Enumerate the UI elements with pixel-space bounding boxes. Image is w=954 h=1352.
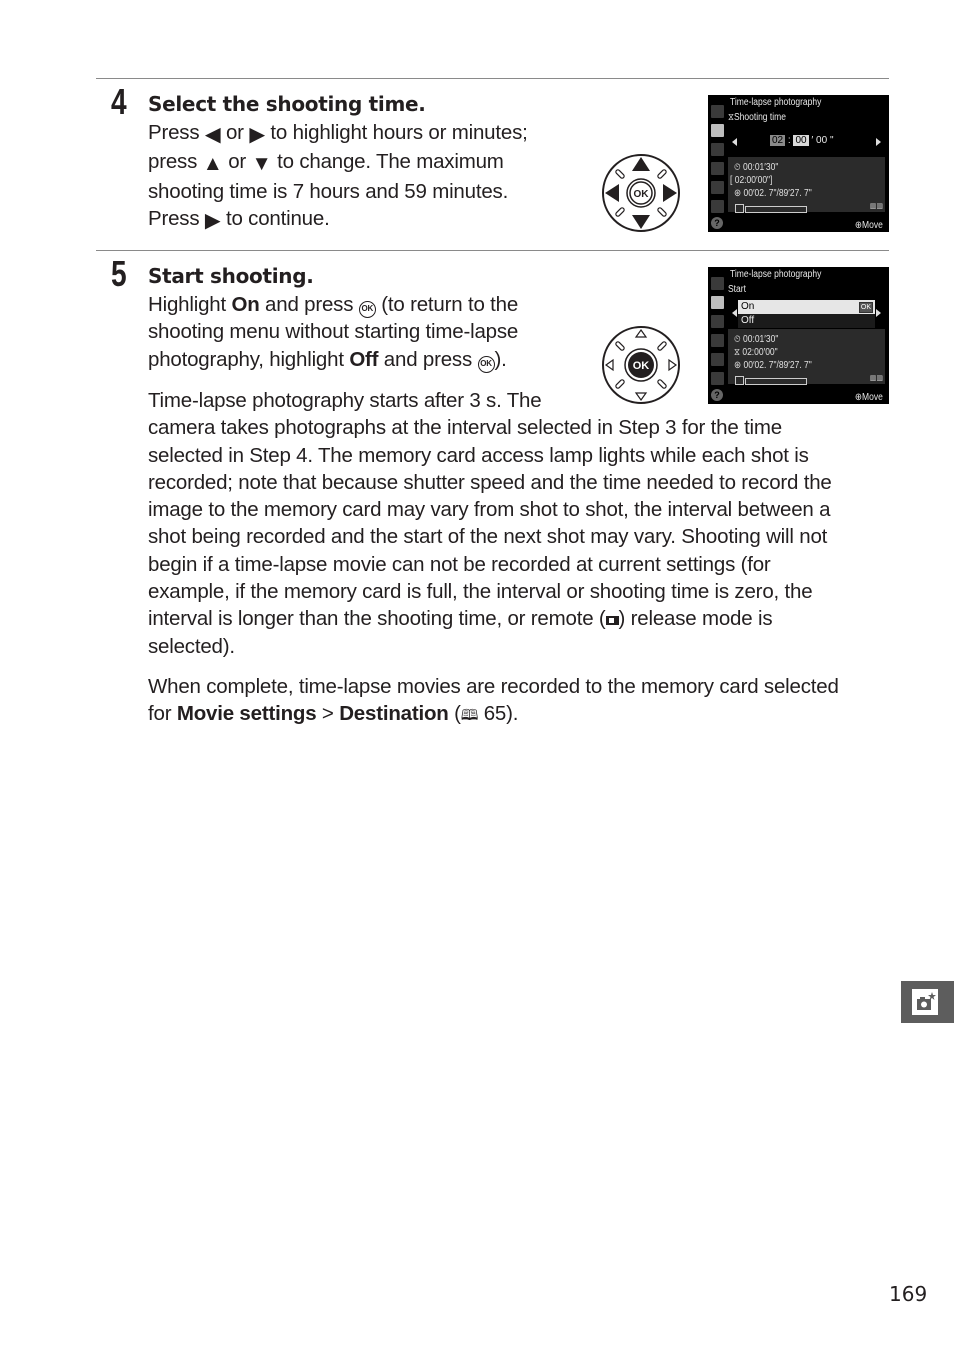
remote-release-icon: [605, 616, 619, 626]
page-number: 169: [889, 1282, 928, 1306]
option-off[interactable]: Off: [738, 314, 875, 328]
screen-subtitle: ⧖Shooting time: [728, 112, 786, 123]
paragraph-time-lapse-details: Time-lapse photography starts after 3 s.…: [148, 389, 832, 658]
divider-middle: [96, 250, 889, 251]
setup-menu-icon: [711, 162, 724, 175]
shooting-time-readout: ⧖ 02:00′00": [734, 347, 778, 358]
memory-bar: [745, 206, 807, 213]
screen-subtitle: Start: [728, 284, 746, 295]
card-icon: [735, 376, 744, 385]
section-tab[interactable]: [901, 981, 954, 1023]
setup-menu-icon: [711, 334, 724, 347]
menu-sidebar: [710, 277, 726, 391]
svg-text:OK: OK: [633, 360, 650, 372]
step-4-number: 4: [111, 81, 127, 122]
divider-top: [96, 78, 889, 79]
page-reference-link[interactable]: 65).: [478, 702, 519, 725]
camera-screen-shooting-time: ? Time-lapse photography ⧖Shooting time …: [708, 95, 889, 232]
frame-count-icon: ▥▥: [869, 203, 883, 210]
help-icon: ?: [711, 217, 723, 229]
shooting-menu-icon: [711, 124, 724, 137]
hours-field[interactable]: 02: [770, 135, 786, 146]
movie-settings-term: Movie settings: [176, 702, 317, 726]
playback-menu-icon: [711, 277, 724, 290]
shooting-menu-icon: [711, 296, 724, 309]
frame-count-icon: ▥▥: [869, 375, 883, 382]
ok-button-icon: OK: [358, 301, 376, 318]
multi-selector-dial-icon: OK: [602, 154, 680, 232]
left-arrow-icon: [732, 309, 737, 317]
movie-length-readout: ⊛ 00′02. 7"/89′27. 7": [734, 188, 812, 199]
step-5-number: 5: [111, 253, 127, 294]
right-arrow-icon: [876, 138, 881, 146]
right-arrow-icon: ▶: [204, 208, 221, 232]
movie-length-readout: ⊛ 00′02. 7"/89′27. 7": [734, 360, 812, 371]
camera-star-icon: [912, 989, 938, 1015]
retouch-menu-icon: [711, 181, 724, 194]
card-icon: [735, 204, 744, 213]
left-arrow-icon: ◀: [204, 123, 221, 146]
right-arrow-icon: [876, 309, 881, 317]
my-menu-icon: [711, 372, 724, 385]
seconds-field: 00: [816, 135, 828, 146]
camera-screen-start: ? Time-lapse photography Start On OK Off …: [708, 267, 889, 404]
shooting-time-readout: [ 02:00′00"]: [730, 175, 773, 186]
step-5-title: Start shooting.: [148, 264, 314, 288]
interval-readout: ⏲ 00:01′30": [734, 162, 779, 173]
move-hint: ⊕Move: [855, 220, 883, 231]
my-menu-icon: [711, 200, 724, 213]
time-entry: 02 : 00 ′ 00 ": [770, 135, 834, 146]
paragraph-completion: When complete, time-lapse movies are rec…: [148, 675, 839, 726]
memory-bar: [745, 378, 807, 385]
screen-title: Time-lapse photography: [730, 269, 822, 280]
retouch-menu-icon: [711, 353, 724, 366]
interval-readout: ⏲ 00:01′30": [734, 334, 779, 345]
left-arrow-icon: [732, 138, 737, 146]
ok-badge: OK: [858, 302, 873, 313]
ok-button-icon: OK: [477, 355, 495, 373]
playback-menu-icon: [711, 105, 724, 118]
right-arrow-icon: ▶: [249, 123, 265, 146]
option-on[interactable]: On OK: [738, 300, 875, 314]
down-arrow-icon: ▼: [251, 152, 272, 176]
up-arrow-icon: ▲: [202, 152, 223, 176]
custom-settings-icon: [711, 315, 724, 328]
step-4-body: Press ◀ or ▶ to highlight hours or minut…: [148, 119, 588, 234]
step-5-body: Highlight On and press OK (to return to …: [148, 293, 519, 373]
book-icon: 🕮: [460, 707, 479, 725]
svg-text:OK: OK: [634, 189, 650, 200]
minutes-field[interactable]: 00: [793, 135, 809, 146]
step-4-title: Select the shooting time.: [148, 92, 426, 116]
screen-title: Time-lapse photography: [730, 97, 822, 108]
destination-term: Destination: [339, 702, 449, 726]
menu-sidebar: [710, 105, 726, 219]
custom-settings-icon: [711, 143, 724, 156]
